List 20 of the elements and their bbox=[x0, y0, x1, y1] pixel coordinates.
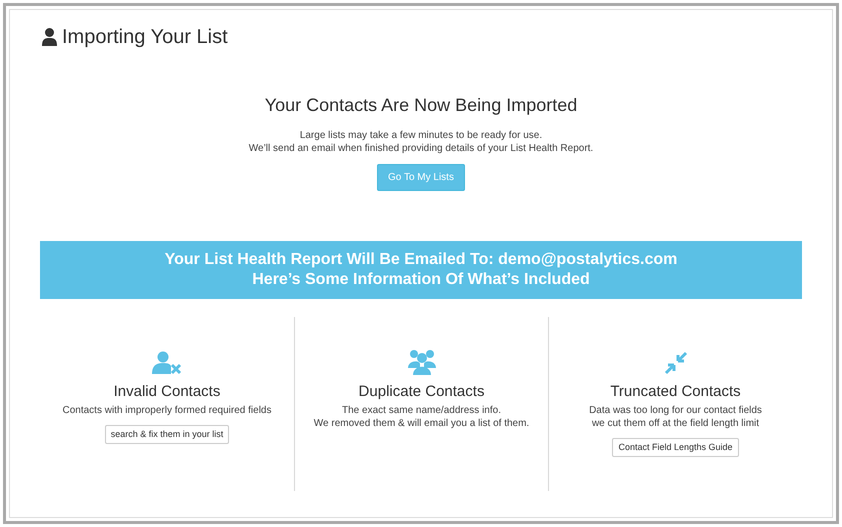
card-action-button[interactable]: Contact Field Lengths Guide bbox=[612, 438, 739, 457]
card-action-button[interactable]: search & fix them in your list bbox=[104, 424, 230, 444]
card-title: Invalid Contacts bbox=[114, 382, 220, 402]
users-icon bbox=[408, 349, 436, 375]
user-x-icon bbox=[152, 351, 182, 375]
card-text: Contacts with improperly formed required fields bbox=[62, 404, 272, 416]
card-title: Duplicate Contacts bbox=[358, 382, 484, 402]
card-text: we cut them off at the field length limit bbox=[592, 416, 760, 430]
compress-arrows-icon bbox=[664, 351, 688, 375]
card-text: We removed them & will email you a list of them. bbox=[314, 416, 530, 430]
user-icon bbox=[42, 28, 57, 46]
card-text: The exact same name/address info. bbox=[342, 404, 501, 416]
page-title: Importing Your List bbox=[62, 25, 228, 50]
status-text: Large lists may take a few minutes to be ready for use. bbox=[300, 129, 542, 142]
card-title: Truncated Contacts bbox=[610, 382, 741, 402]
banner-text: Here’s Some Information Of What’s Included bbox=[252, 270, 590, 290]
status-text: We’ll send an email when finished providing details of your List Health Report. bbox=[248, 142, 594, 155]
status-heading: Your Contacts Are Now Being Imported bbox=[264, 94, 578, 117]
card-text: Data was too long for our contact fields bbox=[589, 404, 762, 416]
banner-text: Your List Health Report Will Be Emailed To: demo@postalytics.com bbox=[164, 250, 678, 270]
